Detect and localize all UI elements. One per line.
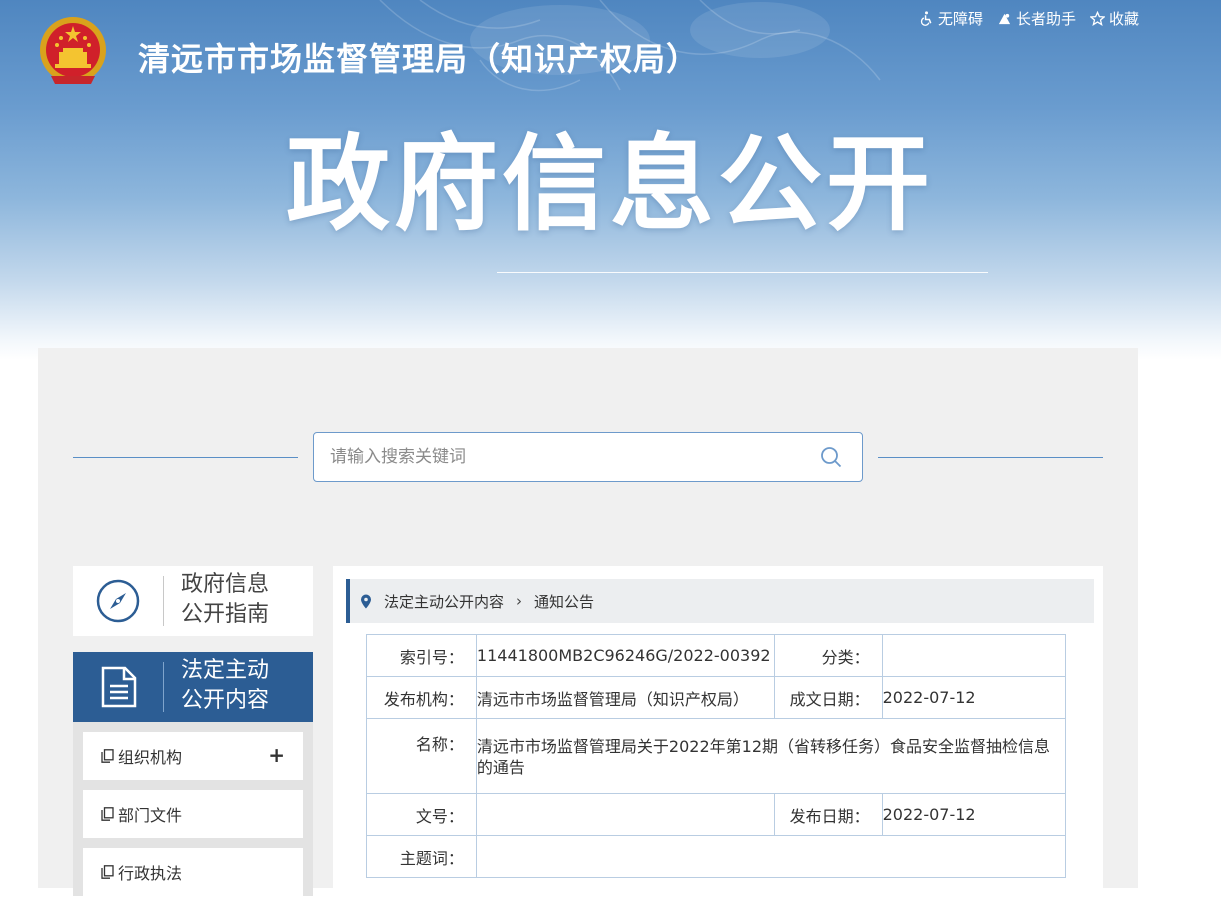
sidebar-item-label: 组织机构 — [118, 748, 183, 767]
hero-divider — [497, 272, 988, 273]
file-copy-icon — [101, 865, 114, 879]
breadcrumb-link-notices[interactable]: 通知公告 — [534, 591, 594, 612]
category-label: 分类： — [773, 634, 883, 677]
sidebar-card-separator — [163, 576, 164, 626]
sidebar-item-department-docs[interactable]: 部门文件 — [83, 790, 303, 838]
main-panel: 政府信息 公开指南 法定主动 公开内容 — [38, 348, 1138, 896]
sidebar-card-line1: 法定主动 — [181, 658, 270, 683]
sidebar-card-guide[interactable]: 政府信息 公开指南 — [73, 566, 313, 636]
breadcrumb: 法定主动公开内容 › 通知公告 — [346, 579, 1094, 623]
elder-helper-icon — [998, 13, 1011, 25]
document-meta-table: 索引号： 11441800MB2C96246G/2022-00392 分类： 发… — [366, 634, 1067, 878]
accessibility-label: 无障碍 — [937, 10, 983, 28]
sidebar-card-line2: 公开指南 — [181, 602, 270, 627]
sidebar-card-line2: 公开内容 — [181, 688, 270, 713]
publisher-value: 清远市市场监督管理局（知识产权局） — [475, 676, 775, 719]
search-divider-right — [878, 457, 1103, 458]
breadcrumb-link-statutory[interactable]: 法定主动公开内容 — [384, 591, 504, 612]
header-banner: 清远市市场监督管理局（知识产权局） 无障碍 长者助手 收藏 政府信息公开 — [0, 0, 1221, 360]
table-row: 发布机构： 清远市市场监督管理局（知识产权局） 成文日期： 2022-07-12 — [366, 676, 1067, 719]
table-row: 主题词： — [366, 835, 1067, 878]
publisher-label: 发布机构： — [366, 676, 477, 719]
document-icon — [101, 666, 137, 708]
elder-helper-link[interactable]: 长者助手 — [997, 8, 1076, 29]
sidebar-card-label: 法定主动 公开内容 — [181, 656, 301, 716]
national-emblem-icon — [40, 17, 106, 84]
publish-date-value: 2022-07-12 — [881, 793, 1067, 836]
table-row: 文号： 发布日期： 2022-07-12 — [366, 793, 1067, 836]
accessibility-link[interactable]: 无障碍 — [919, 8, 983, 29]
hero-title: 政府信息公开 — [286, 123, 935, 245]
keywords-label: 主题词： — [366, 835, 477, 878]
doc-number-label: 文号： — [366, 793, 477, 836]
wheelchair-icon — [920, 11, 932, 26]
sidebar-submenu: 组织机构 + 部门文件 行政执法 — [73, 722, 313, 896]
search-input[interactable] — [328, 433, 802, 481]
table-row: 索引号： 11441800MB2C96246G/2022-00392 分类： — [366, 634, 1067, 677]
publish-date-label: 发布日期： — [773, 793, 883, 836]
search-icon[interactable] — [820, 446, 842, 468]
keywords-value — [475, 835, 1067, 878]
name-value: 清远市市场监督管理局关于2022年第12期（省转移任务）食品安全监督抽检信息的通… — [475, 718, 1067, 794]
written-date-value: 2022-07-12 — [881, 676, 1067, 719]
search-box — [313, 432, 863, 482]
location-pin-icon — [361, 594, 371, 608]
table-row: 名称： 清远市市场监督管理局关于2022年第12期（省转移任务）食品安全监督抽检… — [366, 718, 1067, 794]
index-label: 索引号： — [366, 634, 477, 677]
search-divider-left — [73, 457, 298, 458]
site-title: 清远市市场监督管理局（知识产权局） — [138, 40, 700, 78]
content-panel: 法定主动公开内容 › 通知公告 索引号： 11441800MB2C96246G/… — [333, 566, 1103, 896]
favorite-label: 收藏 — [1108, 10, 1139, 28]
sidebar-card-statutory-disclosure[interactable]: 法定主动 公开内容 — [73, 652, 313, 722]
sidebar-card-separator — [163, 662, 164, 712]
favorite-link[interactable]: 收藏 — [1089, 8, 1139, 29]
category-value — [881, 634, 1067, 677]
chevron-right-icon: › — [516, 592, 523, 610]
written-date-label: 成文日期： — [773, 676, 883, 719]
sidebar-item-law-enforcement[interactable]: 行政执法 — [83, 848, 303, 896]
star-icon — [1089, 11, 1105, 26]
sidebar-item-label: 行政执法 — [118, 864, 183, 883]
sidebar-item-organization[interactable]: 组织机构 + — [83, 732, 303, 780]
top-links: 无障碍 长者助手 收藏 — [919, 8, 1139, 29]
compass-icon — [96, 579, 140, 623]
sidebar-card-label: 政府信息 公开指南 — [181, 570, 301, 630]
sidebar-item-label: 部门文件 — [118, 806, 183, 825]
name-label: 名称： — [366, 718, 477, 794]
expand-plus-icon[interactable]: + — [268, 743, 285, 767]
sidebar-card-line1: 政府信息 — [181, 572, 270, 597]
sidebar: 政府信息 公开指南 法定主动 公开内容 组织机构 + 部门文件 行政执法 — [73, 566, 313, 906]
index-value: 11441800MB2C96246G/2022-00392 — [475, 634, 775, 677]
doc-number-value — [475, 793, 775, 836]
file-copy-icon — [101, 807, 114, 821]
elder-helper-label: 长者助手 — [1015, 10, 1076, 28]
file-copy-icon — [101, 749, 114, 763]
